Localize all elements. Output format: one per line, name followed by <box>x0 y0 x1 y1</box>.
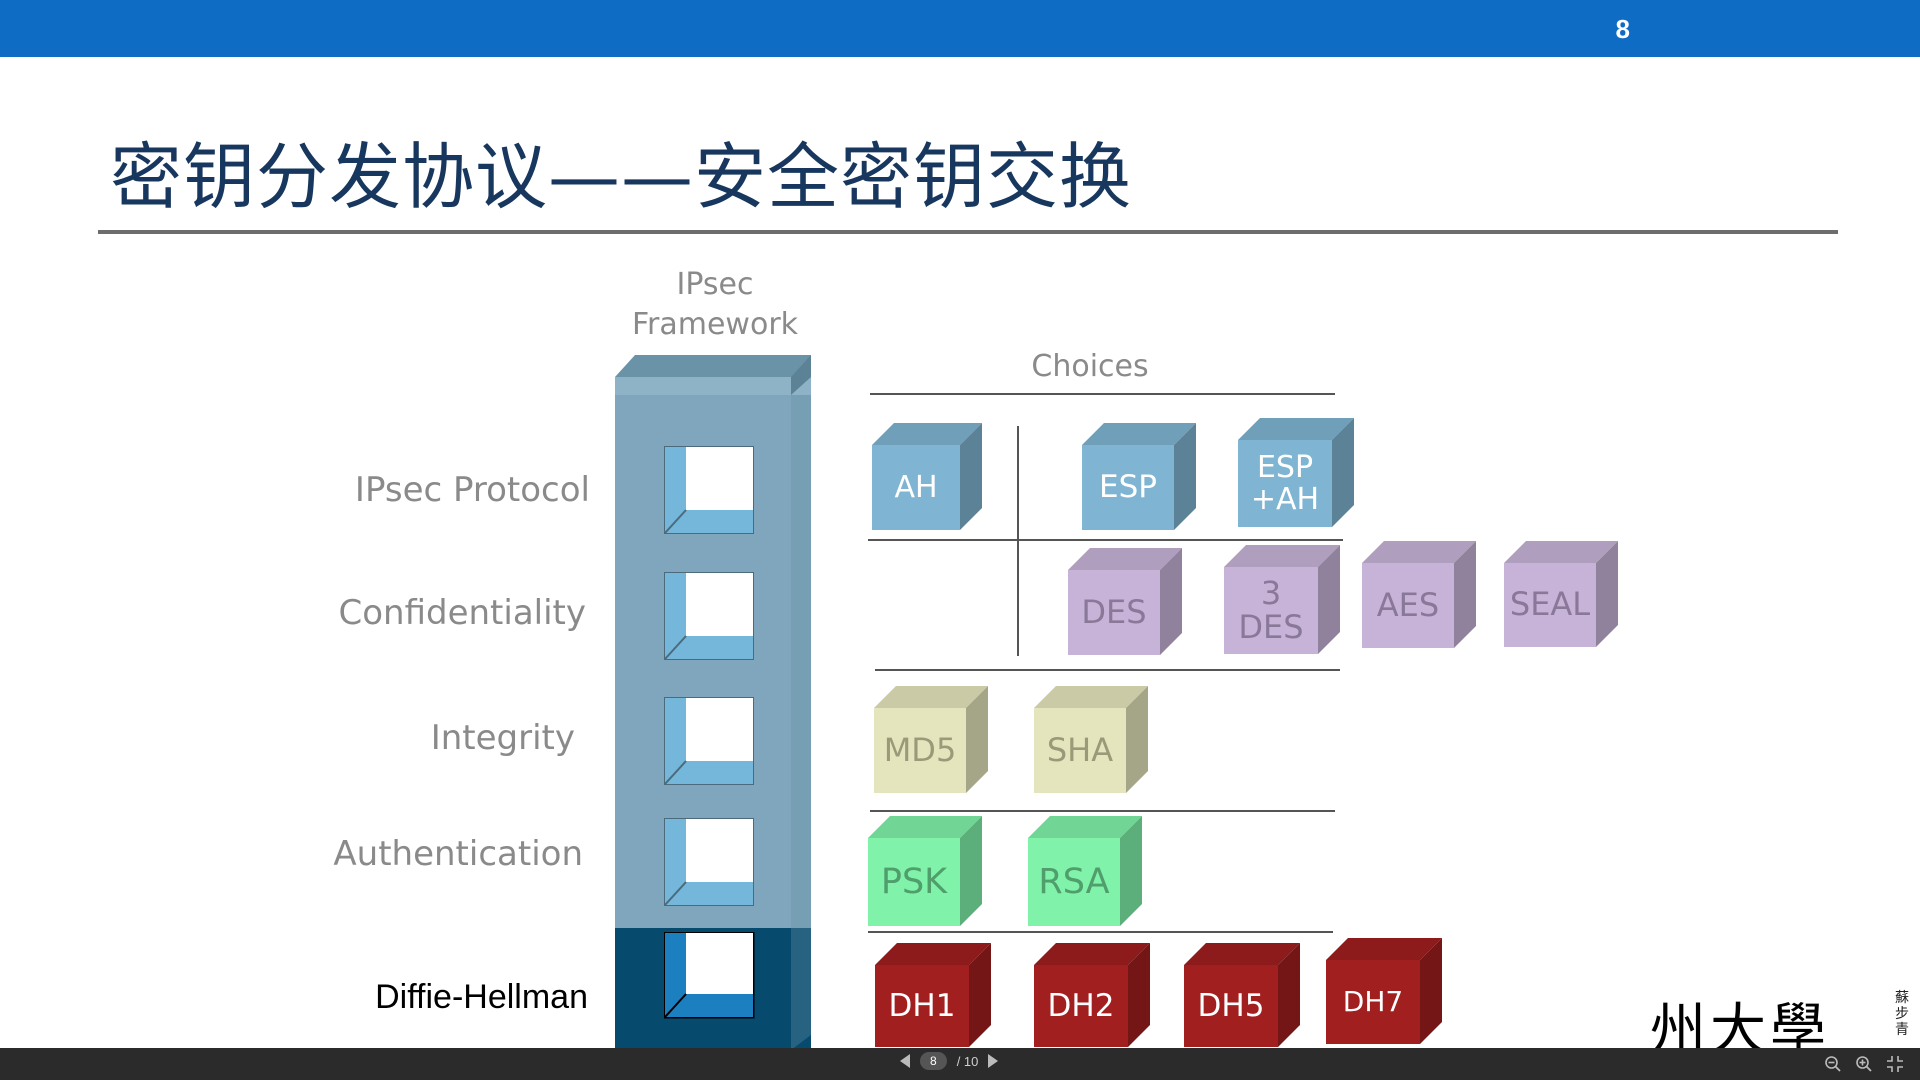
framework-header-line2: Framework <box>631 307 799 342</box>
choice-esp-ah: ESP +AH <box>1238 418 1354 527</box>
choice-label-line: AH <box>894 469 938 505</box>
row-label-ipsec-protocol: IPsec Protocol <box>354 470 590 510</box>
choice-label: DH2 <box>1034 965 1128 1047</box>
slide-title: 密钥分发协议——安全密钥交换 <box>110 135 1133 219</box>
choice-md5: MD5 <box>874 686 988 793</box>
row-divider-3 <box>870 810 1335 812</box>
choice-label-line: SHA <box>1046 730 1114 769</box>
slot-authentication <box>664 818 754 906</box>
choice-label-line: PSK <box>880 861 948 902</box>
choice-label: ESP <box>1082 445 1174 530</box>
choice-label-line: DH5 <box>1197 987 1265 1024</box>
slot-diffie-hellman <box>664 932 755 1019</box>
top-bar: 8 <box>0 0 1920 57</box>
fullscreen-exit-icon[interactable] <box>1886 1055 1904 1073</box>
choice-dh1: DH1 <box>875 943 991 1047</box>
framework-header: IPsec Framework <box>600 265 830 345</box>
choice-label: SEAL <box>1504 563 1596 647</box>
choice-label: DES <box>1068 570 1160 655</box>
choice-label: AES <box>1362 563 1454 648</box>
choice-label-line: ESP <box>1099 469 1157 506</box>
choice-label-line: RSA <box>1038 861 1110 902</box>
row-label-diffie-hellman: Diffie-Hellman <box>375 978 588 1016</box>
choice-psk: PSK <box>868 816 982 926</box>
choice-des3: 3 DES <box>1224 545 1340 654</box>
choice-dh5: DH5 <box>1184 943 1300 1047</box>
next-slide-icon[interactable] <box>988 1054 999 1068</box>
vertical-divider <box>1017 426 1019 656</box>
choice-label-line: +AH <box>1250 481 1320 517</box>
choice-seal: SEAL <box>1504 541 1618 647</box>
choice-label: MD5 <box>874 708 966 793</box>
choice-label: AH <box>872 445 960 530</box>
choice-label-line: SEAL <box>1509 585 1591 624</box>
row-divider-2 <box>875 669 1340 671</box>
choice-aes: AES <box>1362 541 1476 648</box>
row-label-authentication: Authentication <box>333 834 583 874</box>
choice-label-line: 3 <box>1260 573 1282 612</box>
choice-label-line: DH7 <box>1342 985 1404 1019</box>
choice-label-line: AES <box>1376 585 1440 624</box>
page-number: 8 <box>1615 14 1630 44</box>
row-divider-4 <box>868 931 1333 933</box>
choice-label-line: DES <box>1238 607 1304 646</box>
current-slide-number[interactable]: 8 <box>920 1052 947 1070</box>
choice-label-line: DES <box>1081 592 1147 631</box>
zoom-in-icon[interactable] <box>1855 1055 1873 1073</box>
choice-dh2: DH2 <box>1034 943 1150 1047</box>
previous-slide-icon[interactable] <box>900 1054 910 1068</box>
row-divider-1 <box>868 539 1343 541</box>
choices-header: Choices <box>1031 349 1149 384</box>
pager: 8 / 10 <box>900 1052 999 1070</box>
framework-header-line1: IPsec <box>676 267 754 302</box>
choice-ah: AH <box>872 423 982 530</box>
choice-des: DES <box>1068 548 1182 655</box>
choice-dh7: DH7 <box>1326 938 1442 1044</box>
row-label-integrity: Integrity <box>430 718 575 758</box>
choice-label: 3 DES <box>1224 567 1318 654</box>
choice-label: RSA <box>1028 838 1120 926</box>
choice-label: DH1 <box>875 965 969 1047</box>
slot-integrity <box>664 697 754 785</box>
choice-label: SHA <box>1034 708 1126 793</box>
choice-esp: ESP <box>1082 423 1196 530</box>
university-seal: 蘇步青 <box>1895 990 1909 1038</box>
choice-label-line: MD5 <box>883 730 957 769</box>
choice-label: PSK <box>868 838 960 926</box>
choice-rsa: RSA <box>1028 816 1142 926</box>
choice-label: ESP +AH <box>1238 440 1332 527</box>
choice-label: DH5 <box>1184 965 1278 1047</box>
slot-confidentiality <box>664 572 754 660</box>
choice-label-line: DH1 <box>888 987 956 1024</box>
slot-ipsec-protocol <box>664 446 754 534</box>
choice-label-line: ESP <box>1256 450 1314 485</box>
total-slides: / 10 <box>956 1053 979 1069</box>
row-label-confidentiality: Confidentiality <box>338 593 586 633</box>
choice-label: DH7 <box>1326 960 1420 1044</box>
choice-label-line: DH2 <box>1047 987 1115 1024</box>
choice-sha: SHA <box>1034 686 1148 793</box>
choices-underline <box>870 393 1335 395</box>
zoom-out-icon[interactable] <box>1824 1055 1842 1073</box>
title-divider <box>98 230 1838 234</box>
